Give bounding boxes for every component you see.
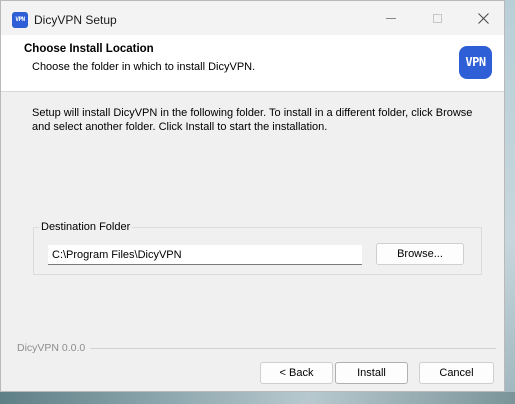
page-subtitle: Choose the folder in which to install Di… bbox=[32, 61, 256, 73]
cancel-button[interactable]: Cancel bbox=[419, 362, 494, 384]
maximize-icon bbox=[432, 13, 442, 23]
title-bar[interactable]: VPN DicyVPN Setup bbox=[1, 1, 504, 35]
destination-group-label: Destination Folder bbox=[39, 221, 133, 233]
maximize-button[interactable] bbox=[414, 1, 460, 35]
close-button[interactable] bbox=[460, 1, 504, 35]
close-icon bbox=[477, 12, 489, 24]
minimize-button[interactable] bbox=[368, 1, 414, 35]
install-button[interactable]: Install bbox=[335, 362, 408, 384]
vpn-logo-icon: VPN bbox=[459, 46, 492, 79]
app-icon: VPN bbox=[12, 12, 28, 28]
window-title: DicyVPN Setup bbox=[34, 13, 117, 27]
destination-path-input[interactable] bbox=[48, 245, 362, 265]
browse-button[interactable]: Browse... bbox=[376, 243, 464, 265]
desktop-background bbox=[0, 392, 515, 404]
page-header: Choose Install Location Choose the folde… bbox=[1, 35, 504, 92]
installer-window: VPN DicyVPN Setup Choose Install Locatio… bbox=[0, 0, 505, 392]
installer-brand: DicyVPN 0.0.0 bbox=[17, 342, 86, 354]
instructions-text: Setup will install DicyVPN in the follow… bbox=[32, 107, 473, 133]
page-title: Choose Install Location bbox=[24, 43, 154, 55]
minimize-icon bbox=[386, 17, 396, 19]
footer-divider bbox=[90, 348, 496, 349]
back-button[interactable]: < Back bbox=[260, 362, 333, 384]
